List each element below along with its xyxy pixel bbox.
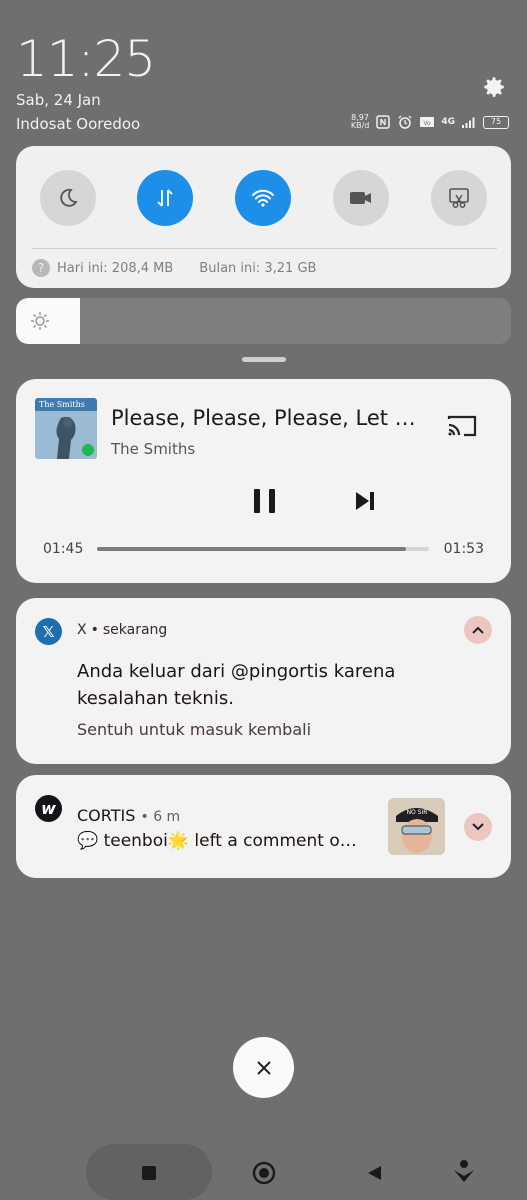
data-usage[interactable]: ? Hari ini: 208,4 MB Bulan ini: 3,21 GB [32,259,316,277]
back-triangle-icon [368,1166,381,1180]
sun-icon [31,312,49,330]
scissors-icon [449,188,469,208]
close-icon [256,1060,271,1075]
network-type: 4G [441,117,455,127]
video-camera-icon [350,192,371,204]
brightness-slider[interactable] [16,298,511,344]
notification-header: X • sekarang [77,622,168,638]
home-circle-icon [252,1161,276,1185]
pause-button[interactable] [250,487,280,515]
drag-handle[interactable] [242,357,286,362]
clear-all-button[interactable] [233,1037,294,1098]
elapsed-time: 01:45 [43,541,84,557]
seek-progress [97,547,406,551]
assistant-button[interactable] [450,1158,478,1186]
notification-subtitle: Sentuh untuk masuk kembali [77,720,312,739]
signal-icon [462,117,475,128]
notification-thumbnail: NO SIR [388,798,445,855]
spotify-icon [82,444,94,456]
expand-button[interactable] [464,813,492,841]
dnd-tile[interactable] [40,170,96,226]
notification-x[interactable]: 𝕏 X • sekarang Anda keluar dari @pingortis… [16,598,511,764]
notification-header: CORTIS • 6 m [77,806,181,825]
wifi-tile[interactable] [235,170,291,226]
mobile-data-tile[interactable] [137,170,193,226]
collapse-button[interactable] [464,616,492,644]
home-button[interactable] [251,1160,277,1186]
next-button[interactable] [353,489,377,513]
gear-icon[interactable] [481,74,507,100]
network-speed: 8,97 KB/d [350,113,370,130]
usage-today: Hari ini: 208,4 MB [57,260,174,276]
notification-body: 💬 teenboi🌟 left a comment o… [77,831,357,851]
seek-bar[interactable] [97,547,429,551]
download-arrow-icon [454,1160,474,1182]
notification-title: Anda keluar dari @pingortis karena kesal… [77,661,396,709]
screenshot-tile[interactable] [431,170,487,226]
volte-icon: Vo [420,117,435,127]
system-icons: 8,97 KB/d Vo 4G 75 [351,114,509,130]
chevron-up-icon [472,626,484,634]
artist-name: The Smiths [111,440,196,458]
moon-icon [60,188,78,207]
navigation-bar [0,1140,527,1200]
nfc-icon [376,115,391,129]
svg-text:NO SIR: NO SIR [407,809,428,816]
album-art: The Smiths [35,398,97,459]
question-icon: ? [32,259,50,277]
cast-icon[interactable] [446,413,478,439]
weverse-app-icon: w [35,795,62,822]
recents-button[interactable] [138,1162,160,1184]
alarm-icon [398,115,412,129]
media-player-card[interactable]: The Smiths Please, Please, Please, Let M… [16,379,511,583]
chevron-down-icon [472,823,484,831]
date[interactable]: Sab, 24 Jan [16,91,101,109]
square-icon [142,1166,156,1180]
quick-settings-panel: ? Hari ini: 208,4 MB Bulan ini: 3,21 GB [16,146,511,288]
battery-icon: 75 [483,115,509,129]
carrier-name: Indosat Ooredoo [16,115,141,133]
svg-text:Vo: Vo [424,120,432,127]
data-arrows-icon [157,189,173,207]
status-header: 11:25 Sab, 24 Jan Indosat Ooredoo 8,97 K… [0,0,527,140]
screen-record-tile[interactable] [333,170,389,226]
usage-month: Bulan ini: 3,21 GB [199,260,317,276]
back-button[interactable] [364,1162,386,1184]
divider [32,248,497,249]
x-app-icon: 𝕏 [35,618,62,645]
notification-cortis[interactable]: w CORTIS • 6 m 💬 teenboi🌟 left a comment… [16,775,511,878]
total-time: 01:53 [443,541,484,557]
track-title: Please, Please, Please, Let Me Get What … [111,406,429,430]
clock[interactable]: 11:25 [16,30,156,88]
wifi-icon [252,189,274,207]
thumbnail-photo: NO SIR [388,798,445,855]
